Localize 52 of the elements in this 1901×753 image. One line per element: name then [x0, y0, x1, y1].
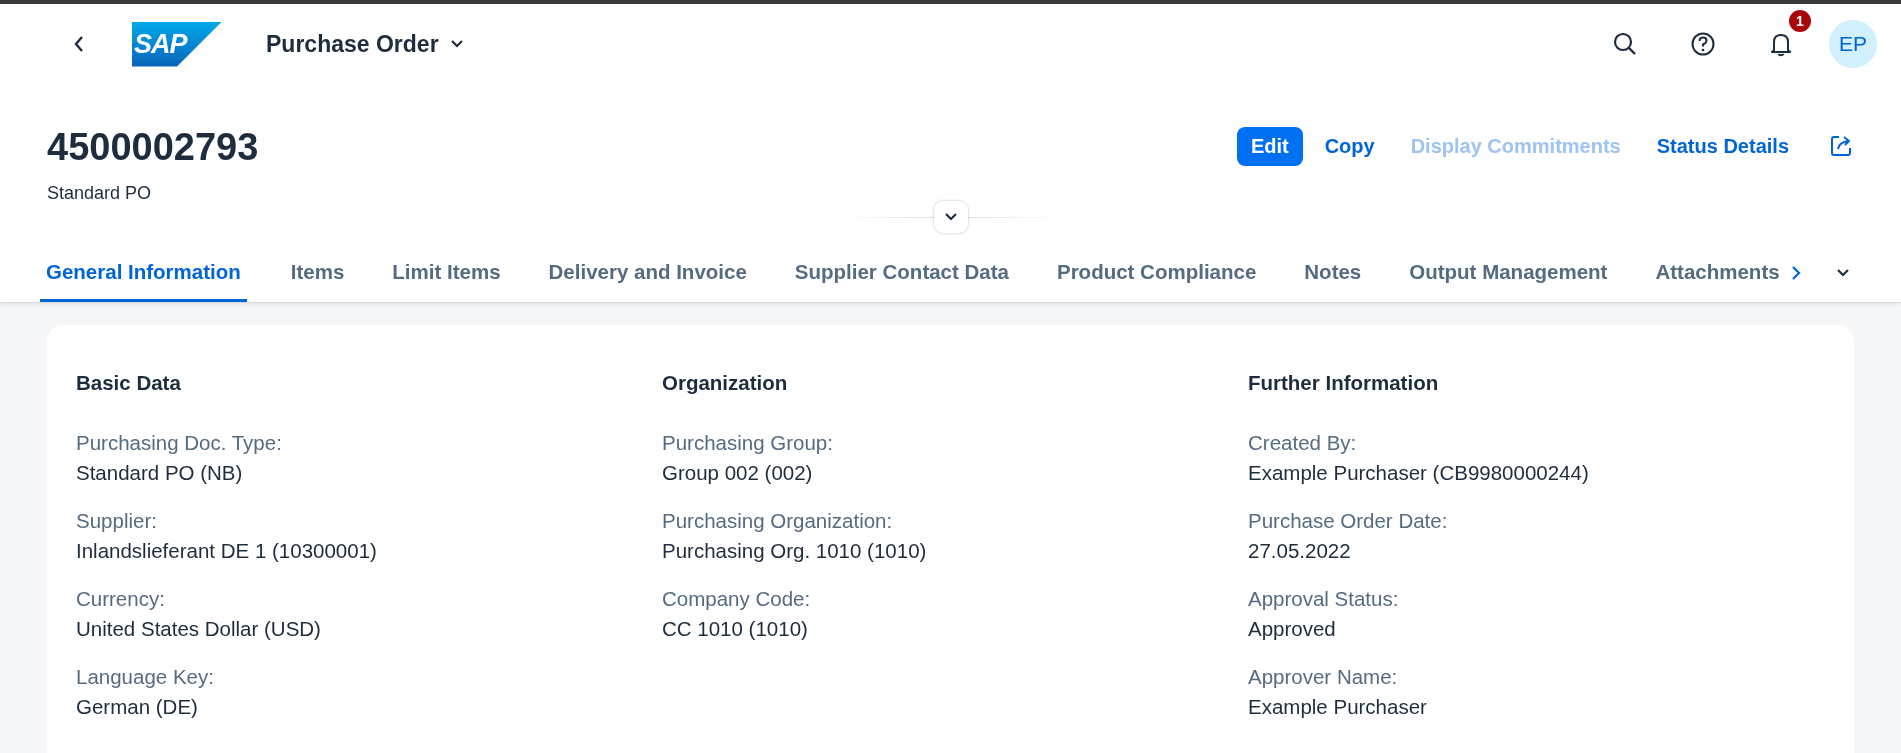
field-label: Company Code: — [662, 587, 812, 611]
field-label: Approval Status: — [1248, 587, 1400, 611]
field-value: German (DE) — [76, 695, 199, 719]
chevron-right-icon — [1789, 264, 1802, 282]
field-value: Inlandslieferant DE 1 (10300001) — [76, 539, 378, 563]
action-button[interactable]: Edit — [1236, 126, 1303, 166]
field-value: Example Purchaser — [1248, 695, 1428, 719]
field-value: Purchasing Org. 1010 (1010) — [662, 539, 928, 563]
chevron-down-icon — [1834, 267, 1851, 279]
chevron-down-icon — [943, 212, 958, 222]
tab[interactable]: Delivery and Invoice — [524, 244, 771, 302]
action-button[interactable]: Copy — [1310, 126, 1389, 166]
field-value: Group 002 (002) — [662, 461, 814, 485]
action-button[interactable]: Status Details — [1642, 126, 1803, 166]
field-label: Approver Name: — [1248, 665, 1399, 689]
object-title: 4500002793 — [47, 126, 260, 169]
share-icon — [1829, 134, 1853, 158]
field-label: Purchasing Group: — [662, 431, 834, 455]
section-title: Organization — [662, 371, 789, 395]
tab[interactable]: Output Management — [1385, 244, 1632, 302]
logo[interactable]: SAP — [132, 21, 222, 67]
field-value: 27.05.2022 — [1248, 539, 1352, 563]
tab[interactable]: General Information — [40, 244, 247, 302]
tab[interactable]: Supplier Contact Data — [770, 244, 1033, 302]
field-label: Supplier: — [76, 509, 158, 533]
tab[interactable]: Product Compliance — [1032, 244, 1281, 302]
tab[interactable]: Limit Items — [368, 244, 525, 302]
chevron-left-icon — [72, 34, 86, 54]
collapse-header-button[interactable] — [933, 201, 968, 233]
field-label: Purchasing Organization: — [662, 509, 894, 533]
field-label: Purchase Order Date: — [1248, 509, 1449, 533]
tab[interactable]: Items — [266, 244, 369, 302]
field-value: Approved — [1248, 617, 1337, 641]
field-value: CC 1010 (1010) — [662, 617, 809, 641]
search-icon — [1612, 31, 1638, 57]
field-value: Standard PO (NB) — [76, 461, 244, 485]
field-label: Language Key: — [76, 665, 215, 689]
field-label: Currency: — [76, 587, 166, 611]
object-subtitle: Standard PO — [47, 183, 153, 204]
field-label: Purchasing Doc. Type: — [76, 431, 283, 455]
tab[interactable]: Attachments — [1631, 244, 1784, 302]
help-icon — [1690, 31, 1716, 57]
chevron-down-icon — [448, 38, 465, 50]
app-title-menu[interactable]: Purchase Order — [266, 30, 465, 58]
tab[interactable]: Notes — [1280, 244, 1386, 302]
field-value: Example Purchaser (CB9980000244) — [1248, 461, 1590, 485]
section-title: Further Information — [1248, 371, 1440, 395]
field-label: Created By: — [1248, 431, 1358, 455]
section-title: Basic Data — [76, 371, 182, 395]
field-value: United States Dollar (USD) — [76, 617, 322, 641]
user-avatar[interactable]: EP — [1829, 20, 1877, 68]
notification-badge: 1 — [1789, 10, 1811, 32]
